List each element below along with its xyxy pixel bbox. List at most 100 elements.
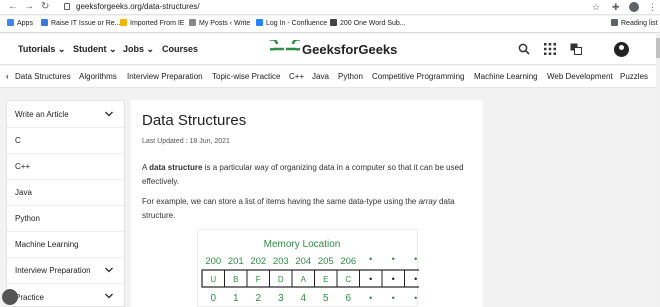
cell-value: U (210, 275, 216, 284)
bookmark-label: 200 One Word Sub... (340, 20, 406, 27)
intro-paragraph: A data structure is a particular way of … (142, 161, 477, 189)
fab-button[interactable] (2, 289, 18, 305)
bookmark-favicon-icon (41, 19, 48, 26)
sidebar-item-label: Practice (15, 293, 44, 302)
search-icon[interactable] (518, 43, 530, 55)
reading-list-icon (611, 19, 618, 26)
sidebar-item-label: Interview Preparation (15, 266, 91, 275)
scrollbar-thumb[interactable] (656, 38, 660, 58)
cell-dot: • (369, 274, 372, 284)
site-header: Tutorials ⌄ Student ⌄ Jobs ⌄ Courses Gee… (0, 34, 656, 65)
reading-list[interactable]: Reading list (611, 19, 658, 29)
cell-value: F (256, 275, 261, 284)
address-label: 203 (273, 256, 289, 267)
menu-jobs[interactable]: Jobs ⌄ (123, 44, 154, 55)
bookmark-confluence[interactable]: Log In - Confluence (256, 19, 327, 29)
bookmark-one-word[interactable]: 200 One Word Sub... (330, 19, 406, 29)
index-label: 6 (345, 293, 351, 304)
menu-tutorials[interactable]: Tutorials ⌄ (18, 44, 65, 55)
topic-cpp[interactable]: C++ (289, 72, 304, 82)
menu-label: Student (73, 44, 107, 54)
chevron-down-icon (105, 293, 113, 299)
bookmark-my-posts[interactable]: My Posts ‹ Write (189, 19, 250, 29)
bookmark-apps[interactable]: Apps (7, 19, 33, 29)
sidebar-item-write-article[interactable]: Write an Article (7, 102, 124, 128)
menu-courses[interactable]: Courses (162, 44, 198, 55)
bookmark-raise-issue[interactable]: Raise IT Issue or Re... (41, 19, 121, 29)
menu-label: Courses (162, 44, 199, 54)
menu-student[interactable]: Student ⌄ (73, 44, 117, 55)
address-dot: • (369, 254, 372, 264)
address-bar[interactable]: geeksforgeeks.org/data-structures/ (76, 2, 200, 12)
reading-list-label: Reading list (621, 20, 658, 27)
topic-interview-preparation[interactable]: Interview Preparation (127, 72, 203, 82)
cell-value: D (278, 275, 284, 284)
extensions-icon[interactable]: ✚ (612, 2, 620, 12)
sidebar-item-label: Machine Learning (15, 240, 79, 249)
address-label: 205 (318, 256, 334, 267)
bookmark-favicon-icon (330, 19, 337, 26)
sidebar-item-c[interactable]: C (7, 128, 124, 154)
address-label: 204 (295, 256, 311, 267)
bookmark-label: Log In - Confluence (266, 20, 328, 27)
apps-grid-icon (7, 19, 14, 26)
address-label: 201 (228, 256, 244, 267)
topic-algorithms[interactable]: Algorithms (79, 72, 117, 82)
bookmark-favicon-icon (189, 19, 196, 26)
sidebar-item-java[interactable]: Java (7, 180, 124, 206)
menu-label: Jobs (123, 44, 145, 54)
index-label: 3 (278, 293, 284, 304)
topic-topic-wise-practice[interactable]: Topic-wise Practice (212, 72, 280, 82)
sidebar-item-label: C (15, 136, 21, 145)
user-avatar-icon[interactable] (614, 42, 629, 57)
translate-icon[interactable] (570, 43, 582, 55)
forward-arrow-icon[interactable]: → (24, 1, 34, 13)
last-updated: Last Updated : 18 Jun, 2021 (142, 138, 230, 145)
back-arrow-icon[interactable]: ← (8, 1, 18, 13)
bookmark-imported[interactable]: Imported From IE (120, 19, 184, 29)
menu-label: Tutorials (18, 44, 56, 54)
topic-data-structures[interactable]: Data Structures (15, 72, 71, 82)
bookmarks-bar: Apps Raise IT Issue or Re... Imported Fr… (0, 16, 660, 33)
topic-puzzles[interactable]: Puzzles (620, 72, 648, 82)
menu-dots-icon[interactable]: ⋮ (648, 2, 657, 12)
bookmark-label: Apps (17, 20, 33, 27)
profile-avatar[interactable] (629, 2, 639, 12)
gfg-logo-icon[interactable] (270, 40, 300, 58)
address-label: 202 (250, 256, 266, 267)
chevron-down-icon (105, 111, 113, 117)
address-dot: • (414, 254, 417, 264)
topic-web-development[interactable]: Web Development (547, 72, 613, 82)
topic-python[interactable]: Python (338, 72, 363, 82)
sidebar-item-practice[interactable]: Practice (7, 284, 124, 307)
star-icon[interactable]: ☆ (592, 2, 600, 12)
index-label: 5 (323, 293, 329, 304)
apps-grid-icon[interactable] (544, 43, 556, 55)
reload-icon[interactable]: ↻ (41, 1, 49, 13)
bold-term: data structure (149, 163, 203, 172)
bookmark-label: Imported From IE (130, 20, 185, 27)
chevron-down-icon (105, 267, 113, 273)
bookmark-label: Raise IT Issue or Re... (51, 20, 121, 27)
browser-toolbar: ← → ↻ geeksforgeeks.org/data-structures/… (0, 0, 660, 15)
sidebar-item-cpp[interactable]: C++ (7, 154, 124, 180)
page-scrollbar[interactable] (656, 34, 660, 307)
topic-nav: ‹ Data Structures Algorithms Interview P… (0, 66, 656, 88)
sidebar-item-python[interactable]: Python (7, 206, 124, 232)
paragraph-text: For example, we can store a list of item… (142, 197, 419, 206)
topic-java[interactable]: Java (312, 72, 329, 82)
logo-text[interactable]: GeeksforGeeks (302, 42, 397, 57)
topic-scroll-left-icon[interactable]: ‹ (6, 72, 9, 82)
lock-icon (64, 3, 70, 10)
topic-competitive-programming[interactable]: Competitive Programming (372, 72, 464, 82)
sidebar-item-machine-learning[interactable]: Machine Learning (7, 232, 124, 258)
sidebar-item-label: Write an Article (15, 110, 69, 119)
folder-icon (120, 19, 127, 26)
memory-diagram: Memory Location 200 U 0 201 B 1 202 F 2 203 D 3 204 A 4… (197, 229, 419, 307)
address-dot: • (392, 254, 395, 264)
index-label: 0 (210, 293, 216, 304)
sidebar-item-label: C++ (15, 162, 31, 171)
cell-dot: • (414, 274, 417, 284)
sidebar-item-interview-preparation[interactable]: Interview Preparation (7, 258, 124, 284)
topic-machine-learning[interactable]: Machine Learning (474, 72, 538, 82)
